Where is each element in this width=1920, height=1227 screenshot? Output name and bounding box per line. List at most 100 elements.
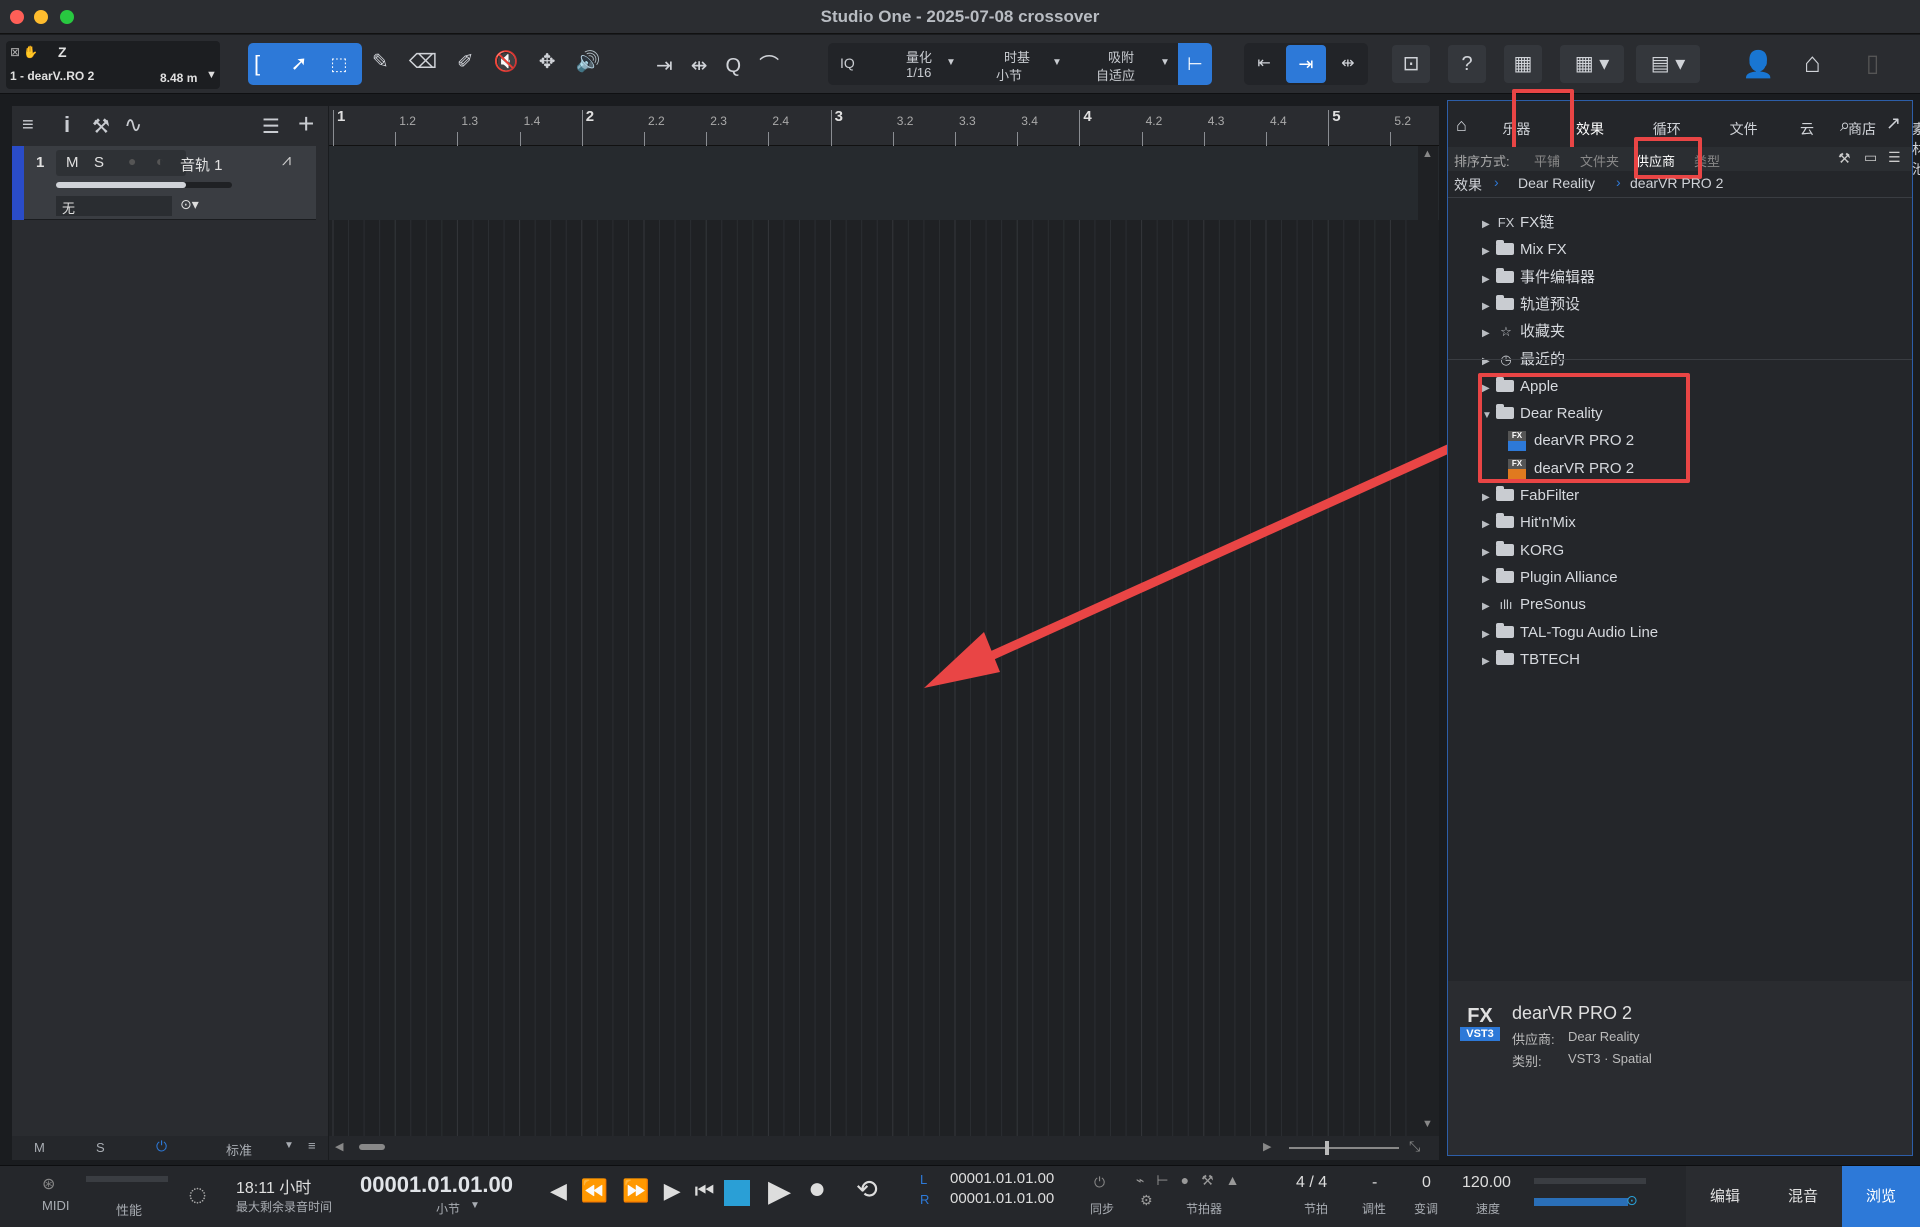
timebase-value[interactable]: 小节: [996, 65, 1022, 84]
fast-forward-icon[interactable]: ⏩: [622, 1178, 663, 1203]
sort-option[interactable]: 平铺: [1534, 151, 1560, 170]
eraser-icon[interactable]: ⌫: [409, 51, 457, 73]
track-list-icon[interactable]: ☰: [262, 114, 280, 139]
document-icon[interactable]: ▯: [1866, 49, 1879, 78]
tree-item[interactable]: ▶ TBTECH: [1482, 648, 1580, 672]
transpose-value[interactable]: 0: [1422, 1174, 1431, 1192]
tree-item[interactable]: ▶ Mix FX: [1482, 238, 1567, 262]
snap-value[interactable]: 自适应: [1096, 65, 1135, 84]
breadcrumb-item[interactable]: dearVR PRO 2: [1630, 175, 1723, 191]
gear-icon[interactable]: ⚙: [1140, 1192, 1153, 1209]
track-info-box[interactable]: ⊠ ✋ Z 1 - dearV..RO 2 8.48 m ▼: [6, 41, 220, 89]
browser-tab[interactable]: 效果: [1576, 119, 1604, 139]
scroll-up-icon[interactable]: ▲: [1422, 148, 1433, 160]
range-tool-icon[interactable]: ⬚: [322, 47, 356, 81]
range-bracket-icon[interactable]: [: [254, 47, 276, 81]
browser-tab[interactable]: 云: [1800, 119, 1814, 139]
add-track-icon[interactable]: +: [298, 108, 314, 140]
tree-item[interactable]: ▶ ☆ 收藏夹: [1482, 320, 1565, 344]
track-name[interactable]: 音轨 1: [180, 154, 223, 175]
chevron-down-icon[interactable]: ▼: [1052, 57, 1062, 68]
cursor-follow-icon[interactable]: ⇤: [1246, 45, 1282, 83]
mute-tool-icon[interactable]: 🔇: [494, 51, 539, 73]
chevron-right-icon[interactable]: ▶: [1482, 322, 1496, 346]
play-button[interactable]: ▶: [768, 1174, 791, 1209]
tree-item[interactable]: ▶ ıllı PreSonus: [1482, 593, 1586, 617]
grid-view-icon[interactable]: ▦ ▾: [1560, 45, 1624, 83]
automation-icon[interactable]: ∿: [124, 112, 142, 138]
browser-tab[interactable]: 商店: [1848, 119, 1876, 139]
split-view-icon[interactable]: ⇹: [1330, 45, 1366, 83]
pencil-icon[interactable]: ✎: [372, 51, 409, 73]
monitor-icon[interactable]: ◐: [156, 153, 164, 169]
signature-value[interactable]: 4 / 4: [1296, 1174, 1327, 1192]
chevron-right-icon[interactable]: ▶: [1482, 240, 1496, 264]
wrench-icon[interactable]: ⚒: [92, 114, 110, 139]
breadcrumb-item[interactable]: 效果: [1454, 175, 1482, 195]
solo-button[interactable]: S: [94, 154, 104, 171]
tree-item[interactable]: ▶ 轨道预设: [1482, 293, 1580, 317]
track-lane[interactable]: [329, 146, 1439, 220]
chevron-right-icon[interactable]: ▶: [1482, 595, 1496, 619]
zoom-slider-handle[interactable]: [1325, 1141, 1329, 1155]
chevron-right-icon[interactable]: ▶: [1482, 350, 1496, 374]
record-button[interactable]: ●: [808, 1172, 826, 1206]
list-icon[interactable]: ≡: [22, 114, 34, 137]
loop-left-value[interactable]: 00001.01.01.00: [950, 1170, 1054, 1187]
expand-icon[interactable]: ↗: [1886, 113, 1901, 134]
listen-icon[interactable]: 🔊: [575, 51, 620, 73]
chevron-right-icon[interactable]: ▶: [1482, 268, 1496, 292]
chevron-down-icon[interactable]: ▼: [284, 1140, 294, 1151]
tree-item[interactable]: ▶ 事件编辑器: [1482, 266, 1595, 290]
breadcrumb-item[interactable]: Dear Reality: [1518, 175, 1595, 191]
chevron-right-icon[interactable]: ▶: [1482, 568, 1496, 592]
layout-icon[interactable]: ▤ ▾: [1636, 45, 1700, 83]
chevron-down-icon[interactable]: ▼: [470, 1200, 480, 1211]
tempo-value[interactable]: 120.00: [1462, 1174, 1511, 1192]
chevron-right-icon[interactable]: ▶: [1482, 486, 1496, 510]
footer-mute-button[interactable]: M: [34, 1140, 45, 1155]
browser-tab[interactable]: 循环: [1653, 119, 1681, 139]
chevron-right-icon[interactable]: ▶: [1482, 513, 1496, 537]
volume-slider[interactable]: [56, 182, 232, 188]
position-display[interactable]: 00001.01.01.00: [360, 1172, 513, 1198]
arrow-tool-icon[interactable]: ➚: [282, 47, 316, 81]
power-icon[interactable]: ⏻: [156, 1138, 167, 1155]
help-button[interactable]: ?: [1448, 45, 1486, 83]
tree-item[interactable]: ▶ KORG: [1482, 539, 1564, 563]
tree-item[interactable]: ▶ Plugin Alliance: [1482, 566, 1618, 590]
input-select[interactable]: 无: [56, 196, 172, 216]
scroll-left-icon[interactable]: ◀: [335, 1140, 343, 1153]
split-icon[interactable]: ✥: [539, 51, 576, 73]
tree-item[interactable]: ▶ FabFilter: [1482, 484, 1579, 508]
stop-button[interactable]: [724, 1180, 750, 1206]
bend-icon[interactable]: ⇥: [656, 55, 691, 77]
mute-button[interactable]: M: [66, 154, 79, 171]
user-icon[interactable]: 👤: [1742, 49, 1774, 80]
tree-item[interactable]: ▶ TAL-Togu Audio Line: [1482, 621, 1658, 645]
video-icon[interactable]: ▦: [1504, 45, 1542, 83]
tree-item[interactable]: ▶ FX FX链: [1482, 211, 1554, 235]
window-icon[interactable]: ▭: [1864, 149, 1877, 166]
snap-toggle-button[interactable]: ⊢: [1178, 43, 1212, 85]
scroll-right-icon[interactable]: ▶: [1263, 1140, 1271, 1153]
wrench-icon[interactable]: ⚒: [1838, 150, 1851, 167]
toggle-icon[interactable]: ⊙▾: [180, 196, 199, 213]
track-mode-select[interactable]: 标准: [226, 1140, 252, 1159]
position-unit[interactable]: 小节: [436, 1200, 460, 1217]
edit-view-button[interactable]: 编辑: [1686, 1166, 1764, 1227]
zoom-slider[interactable]: [1289, 1147, 1399, 1149]
waveform-icon[interactable]: ⩘: [282, 152, 291, 170]
rewind-start-icon[interactable]: ◀: [550, 1178, 581, 1203]
browser-tab[interactable]: 文件: [1730, 119, 1758, 139]
comp-icon[interactable]: ⌒: [759, 55, 797, 77]
key-value[interactable]: -: [1372, 1174, 1377, 1192]
scroll-down-icon[interactable]: ▼: [1422, 1118, 1433, 1130]
track-row[interactable]: 1 M S ● ◐ 音轨 1 ⩘ 无 ⊙▾: [12, 146, 316, 220]
mix-view-button[interactable]: 混音: [1764, 1166, 1842, 1227]
loop-right-value[interactable]: 00001.01.01.00: [950, 1190, 1054, 1207]
iq-button[interactable]: IQ: [840, 55, 855, 71]
chevron-down-icon[interactable]: ▼: [206, 69, 217, 81]
zoom-tool-icon[interactable]: Q: [726, 55, 760, 77]
sort-option[interactable]: 文件夹: [1580, 151, 1619, 170]
